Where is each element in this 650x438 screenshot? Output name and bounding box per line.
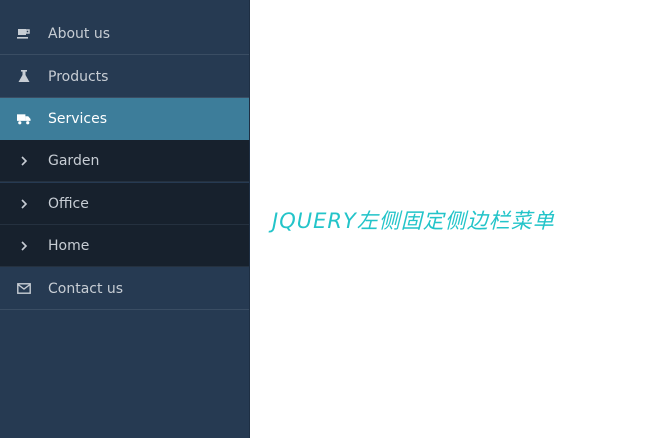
sidebar-item-label: Home — [48, 237, 90, 254]
sidebar-item-services[interactable]: Services — [0, 98, 249, 140]
chevron-right-icon — [17, 239, 31, 253]
chevron-right-icon — [17, 197, 31, 211]
sidebar-item-about-us[interactable]: About us — [0, 13, 249, 55]
sidebar-item-label: Contact us — [48, 280, 124, 297]
sidebar-item-contact-us[interactable]: Contact us — [0, 268, 249, 310]
sidebar-item-label: Products — [48, 68, 109, 85]
sidebar-item-label: Office — [48, 195, 89, 212]
sidebar-item-label: Garden — [48, 152, 100, 169]
chevron-right-icon — [17, 154, 31, 168]
envelope-icon — [17, 282, 31, 296]
sidebar-item-label: Services — [48, 110, 108, 127]
sidebar-subitem-garden[interactable]: Garden — [0, 140, 249, 182]
coffee-cup-icon — [17, 27, 31, 41]
sidebar: About us Products Services Garden Office… — [0, 0, 250, 438]
flask-icon — [17, 70, 31, 84]
sidebar-subitem-office[interactable]: Office — [0, 183, 249, 225]
main-content: JQUERY左侧固定侧边栏菜单 — [250, 0, 650, 438]
sidebar-item-products[interactable]: Products — [0, 56, 249, 98]
truck-icon — [17, 112, 31, 126]
sidebar-item-label: About us — [48, 25, 111, 42]
page-title: JQUERY左侧固定侧边栏菜单 — [272, 209, 555, 233]
sidebar-subitem-home[interactable]: Home — [0, 225, 249, 267]
